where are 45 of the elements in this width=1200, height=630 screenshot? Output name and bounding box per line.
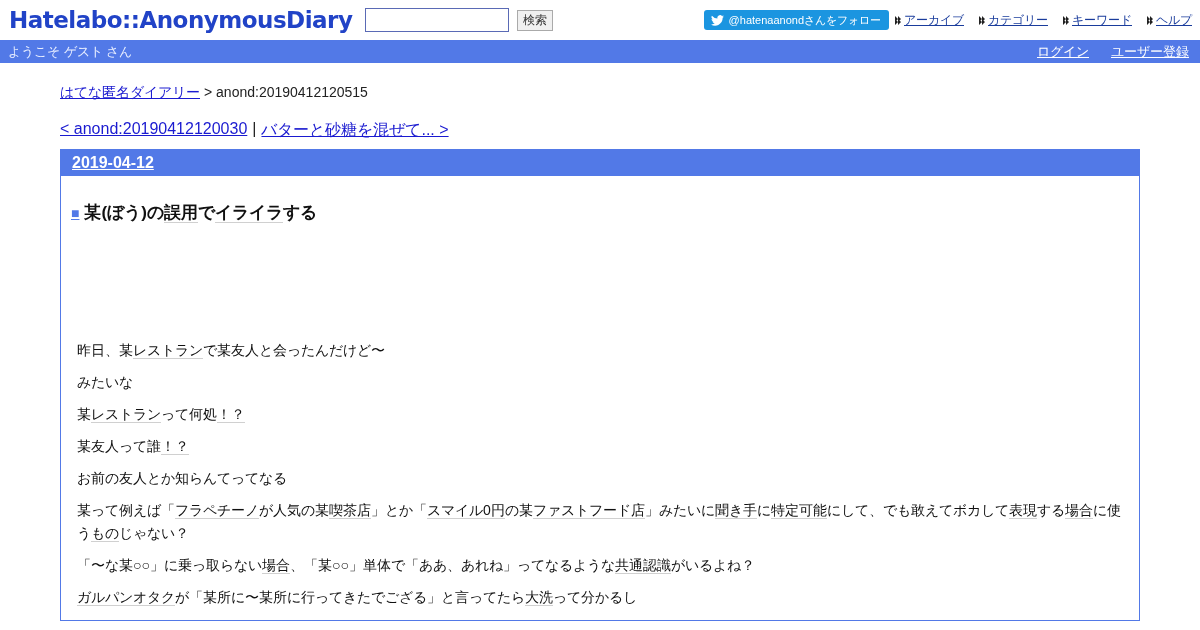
- keyword-link[interactable]: ファストフード店: [532, 502, 645, 519]
- permalink[interactable]: ■: [71, 205, 80, 221]
- keyword-link[interactable]: ！？: [161, 438, 189, 455]
- paragraph: 「〜な某○○」に乗っ取らない場合、「某○○」単体で「ああ、あれね」ってなるような共通認識がいるよね？: [77, 556, 756, 576]
- breadcrumb-current: > anond:20190412120515: [204, 84, 368, 102]
- prev-entry-link[interactable]: < anond:20190412120030: [60, 120, 248, 141]
- user-link[interactable]: ユーザー登録: [1111, 42, 1189, 61]
- welcome-text: ようこそ ゲスト さん: [8, 42, 133, 61]
- site-logo[interactable]: Hatelabo::AnonymousDiary: [9, 7, 353, 33]
- nav-link[interactable]: アーカイブ: [904, 11, 964, 29]
- keyword-link[interactable]: ガルパンオタク: [77, 589, 175, 606]
- keyword-link[interactable]: ！？: [217, 406, 245, 423]
- date-link[interactable]: 2019-04-12: [72, 154, 154, 172]
- paragraph: 某 レストラン って何処！？: [77, 405, 246, 425]
- nav-link[interactable]: カテゴリー: [988, 11, 1048, 29]
- paragraph: 某って例えば「フラペチーノが人気の某喫茶店」とか「スマイル0円の某ファストフード店」みたいに聞き手に特定可能にして、でも敢えてボカして表現する場合に使う ものじゃない？: [77, 501, 1122, 544]
- paragraph: みたいな: [77, 373, 134, 392]
- paragraph: 昨日、某 レストランで某友人と会ったんだけど〜: [77, 341, 386, 361]
- search-button[interactable]: 検索: [517, 9, 554, 31]
- nav-link[interactable]: キーワード: [1072, 11, 1132, 29]
- keyword-link[interactable]: レストラン: [91, 406, 161, 423]
- breadcrumb-link[interactable]: はてな匿名ダイアリー: [60, 84, 200, 102]
- keyword-link[interactable]: 聞き手: [714, 502, 757, 519]
- paragraph: お前の友人とか知らんてってなる: [77, 469, 288, 488]
- user-link[interactable]: ログイン: [1037, 42, 1089, 61]
- paragraph: 某友人って誰！？: [77, 437, 190, 457]
- keyword-link[interactable]: もの: [91, 525, 119, 542]
- keyword-link[interactable]: 場合: [261, 557, 290, 574]
- keyword-link[interactable]: スマイル0円: [427, 502, 505, 519]
- keyword-link[interactable]: 場合: [1064, 502, 1093, 519]
- paragraph: ガルパンオタクが「某所に〜某所に行ってきたでござる」と言ってたら 大洗って分かるし: [77, 588, 638, 608]
- keyword-link[interactable]: 表現: [1008, 502, 1037, 519]
- keyword-link[interactable]: イライラ: [214, 203, 283, 223]
- keyword-link[interactable]: レストラン: [133, 342, 203, 359]
- separator: |: [252, 120, 257, 139]
- keyword-link[interactable]: 特定可能: [770, 502, 827, 519]
- search-field[interactable]: [365, 8, 510, 32]
- entry-title: ■ 某(ぼう)の誤用でイライラする: [71, 202, 318, 224]
- keyword-link[interactable]: 誤用: [163, 203, 198, 223]
- keyword-link[interactable]: フラペチーノ: [175, 502, 259, 519]
- nav-link[interactable]: ヘルプ: [1156, 11, 1192, 29]
- keyword-link[interactable]: 大洗: [525, 589, 553, 606]
- keyword-link[interactable]: 共通認識: [614, 557, 671, 574]
- next-entry-link[interactable]: バターと砂糖を混ぜて... >: [261, 120, 449, 141]
- keyword-link[interactable]: 喫茶店: [329, 502, 371, 519]
